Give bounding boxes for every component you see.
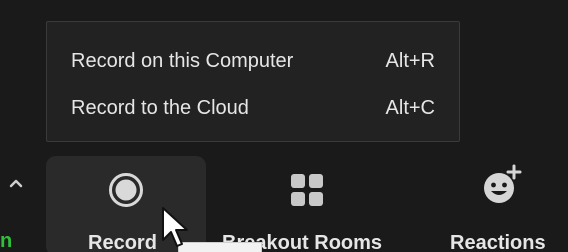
reactions-icon xyxy=(484,164,522,203)
chevron-up-icon[interactable] xyxy=(9,176,23,190)
menu-item-record-on-computer[interactable]: Record on this Computer Alt+R xyxy=(47,41,459,81)
menu-item-shortcut: Alt+C xyxy=(385,97,435,119)
breakout-rooms-button[interactable]: Breakout Rooms xyxy=(214,156,404,252)
breakout-rooms-icon xyxy=(291,174,323,206)
menu-item-record-to-cloud[interactable]: Record to the Cloud Alt+C xyxy=(47,88,459,128)
zoom-stage: Record on this Computer Alt+R Record to … xyxy=(0,0,568,252)
mouse-pointer-icon xyxy=(162,207,188,247)
tooltip xyxy=(178,242,262,252)
record-options-menu: Record on this Computer Alt+R Record to … xyxy=(46,21,460,142)
reactions-label: Reactions xyxy=(450,232,546,252)
meeting-toolbar: n Record Breakout Rooms Reactions xyxy=(0,150,568,252)
truncated-label: n xyxy=(0,230,13,252)
menu-item-shortcut: Alt+R xyxy=(385,50,435,72)
menu-item-label: Record to the Cloud xyxy=(71,97,249,119)
reactions-button[interactable]: Reactions xyxy=(438,156,568,252)
record-icon xyxy=(109,173,143,207)
record-button-label: Record xyxy=(88,232,157,252)
menu-item-label: Record on this Computer xyxy=(71,50,294,72)
